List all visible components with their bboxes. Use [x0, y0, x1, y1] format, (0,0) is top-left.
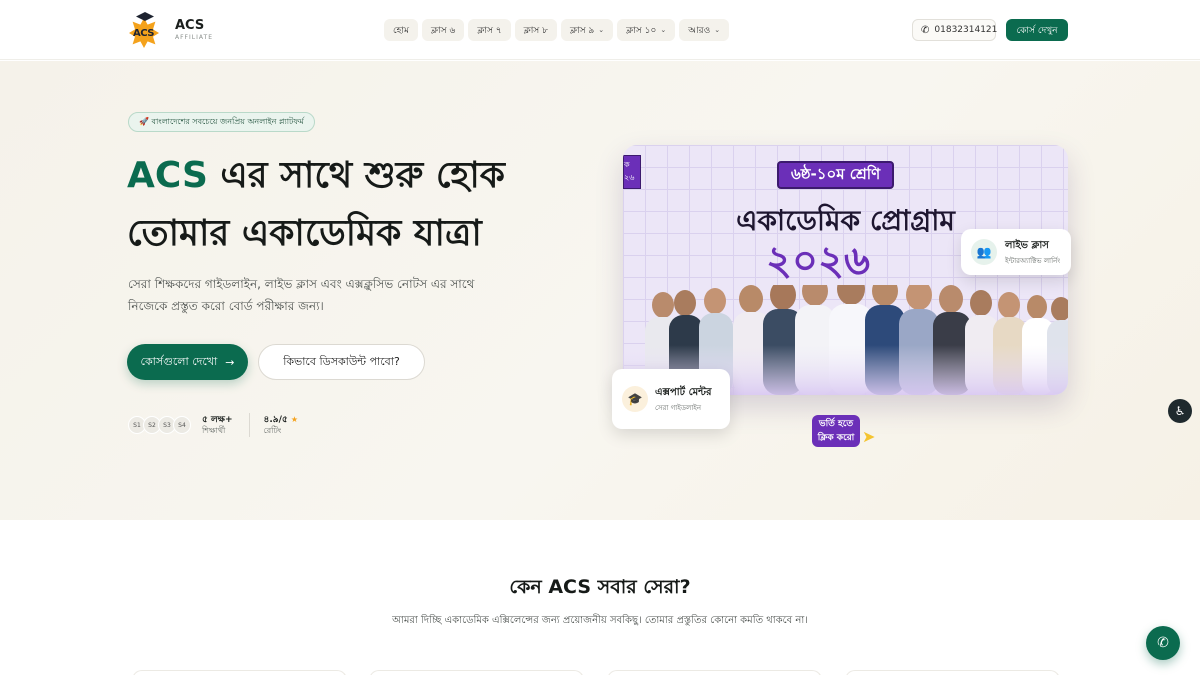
discount-info-button[interactable]: কিভাবে ডিসকাউন্ট পাবো? — [258, 344, 425, 380]
hero-title-line2: তোমার একাডেমিক যাত্রা — [127, 213, 482, 254]
banner-class-tag: ৬ষ্ঠ-১০ম শ্রেণি — [777, 161, 895, 189]
expert-mentor-card: 🎓 এক্সপার্ট মেন্টর সেরা গাইডলাইন — [612, 369, 730, 429]
hero-title-brand: ACS — [127, 155, 208, 196]
nav-item-class-9[interactable]: ক্লাস ৯ ⌄ — [560, 19, 614, 41]
hero-subtext: সেরা শিক্ষকদের গাইডলাইন, লাইভ ক্লাস এবং … — [128, 277, 475, 313]
user-group-icon: 👥 — [971, 239, 997, 265]
logo-mark-icon: ACS — [127, 12, 161, 48]
phone-number: 01832314121 — [934, 25, 998, 35]
site-header: ACS ACS AFFILIATE হোম ক্লাস ৬ ক্লাস ৭ ক্… — [0, 0, 1200, 60]
feature-card — [607, 670, 822, 675]
logo-subtitle: AFFILIATE — [175, 34, 213, 41]
arrow-right-icon: → — [225, 355, 235, 369]
hero-stats: S1 S2 S3 S4 ৫ লক্ষ+ শিক্ষার্থী ৪.৯/৫ ★ র… — [128, 413, 298, 437]
hero-section: 🚀 বাংলাদেশের সবচেয়ে জনপ্রিয় অনলাইন প্ল… — [0, 61, 1200, 520]
nav-item-class-7[interactable]: ক্লাস ৭ — [468, 19, 511, 41]
nav-item-more[interactable]: আরও ⌄ — [679, 19, 730, 41]
logo[interactable]: ACS ACS AFFILIATE — [127, 12, 213, 48]
star-icon: ★ — [290, 414, 299, 424]
chat-icon[interactable]: ✆ — [1146, 626, 1180, 660]
feature-card — [132, 670, 347, 675]
nav-item-class-10[interactable]: ক্লাস ১০ ⌄ — [617, 19, 676, 41]
live-class-card: 👥 লাইভ ক্লাস ইন্টারঅ্যাক্টিভ লার্নিং — [961, 229, 1071, 275]
section-subtitle: আমরা দিচ্ছি একাডেমিক এক্সিলেন্সের জন্য প… — [392, 615, 808, 626]
phone-icon: ✆ — [921, 24, 930, 36]
rating-stat: ৪.৯/৫ ★ রেটিং — [263, 414, 299, 435]
feature-card — [369, 670, 584, 675]
divider — [248, 413, 250, 437]
nav-item-class-8[interactable]: ক্লাস ৮ — [514, 19, 557, 41]
student-avatars: S1 S2 S3 S4 — [128, 416, 191, 434]
logo-title: ACS — [175, 18, 205, 33]
main-nav: হোম ক্লাস ৬ ক্লাস ৭ ক্লাস ৮ ক্লাস ৯ ⌄ ক্ল… — [384, 19, 730, 41]
section-title: কেন ACS সবার সেরা? — [509, 576, 691, 598]
banner-left-strip: ক ২৬ — [623, 155, 641, 189]
hero-title: ACS এর সাথে শুরু হোক তোমার একাডেমিক যাত্… — [127, 147, 587, 263]
enroll-click-tag[interactable]: ভর্তি হতে ক্লিক করো — [812, 415, 860, 447]
avatar: S4 — [173, 416, 191, 434]
nav-item-home[interactable]: হোম — [384, 19, 418, 41]
chevron-down-icon: ⌄ — [598, 26, 605, 34]
hero-title-line1: এর সাথে শুরু হোক — [207, 155, 505, 196]
feature-card — [845, 670, 1060, 675]
view-courses-button[interactable]: কোর্স দেখুন — [1006, 19, 1068, 41]
view-courses-hero-button[interactable]: কোর্সগুলো দেখো → — [127, 344, 248, 380]
phone-button[interactable]: ✆ 01832314121 — [912, 19, 998, 41]
hero-badge: 🚀 বাংলাদেশের সবচেয়ে জনপ্রিয় অনলাইন প্ল… — [128, 112, 315, 132]
chevron-down-icon: ⌄ — [660, 26, 667, 34]
chevron-down-icon: ⌄ — [714, 26, 721, 34]
cursor-pointer-icon: ➤ — [862, 427, 876, 446]
nav-item-class-6[interactable]: ক্লাস ৬ — [422, 19, 465, 41]
accessibility-icon[interactable]: ♿ — [1168, 399, 1192, 423]
graduation-cap-icon: 🎓 — [622, 386, 648, 412]
students-stat: ৫ লক্ষ+ শিক্ষার্থী — [202, 414, 233, 435]
